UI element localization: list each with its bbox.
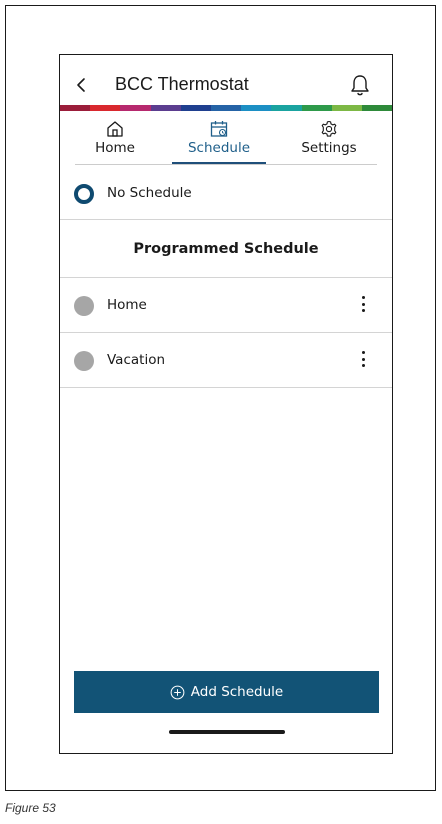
- brand-strip-segment: [271, 105, 302, 111]
- figure-caption: Figure 53: [5, 801, 56, 815]
- brand-strip-segment: [120, 105, 151, 111]
- schedule-vacation-label: Vacation: [107, 352, 166, 368]
- brand-strip-segment: [180, 105, 211, 111]
- brand-strip-segment: [361, 105, 392, 111]
- brand-strip-segment: [90, 105, 121, 111]
- brand-strip-segment: [241, 105, 272, 111]
- brand-strip-segment: [301, 105, 332, 111]
- tab-settings[interactable]: Settings: [292, 113, 366, 165]
- bell-icon[interactable]: [349, 73, 371, 97]
- home-indicator: [169, 730, 285, 734]
- programmed-schedule-heading: Programmed Schedule: [60, 220, 392, 278]
- schedule-home-radio[interactable]: [74, 296, 94, 316]
- no-schedule-label: No Schedule: [107, 185, 192, 201]
- schedule-row-vacation[interactable]: Vacation: [60, 333, 392, 388]
- calendar-icon: [210, 121, 228, 137]
- add-schedule-label: Add Schedule: [190, 684, 284, 700]
- schedule-vacation-radio[interactable]: [74, 351, 94, 371]
- tab-home-label: Home: [95, 140, 135, 156]
- brand-strip-segment: [331, 105, 362, 111]
- tab-settings-label: Settings: [301, 140, 357, 156]
- schedule-row-home[interactable]: Home: [60, 278, 392, 333]
- tab-divider: [75, 164, 377, 165]
- no-schedule-option[interactable]: No Schedule: [60, 167, 392, 220]
- app-title: BCC Thermostat: [115, 74, 249, 94]
- tab-home[interactable]: Home: [75, 113, 155, 165]
- chevron-left-icon[interactable]: [72, 75, 92, 95]
- no-schedule-radio[interactable]: [74, 184, 94, 204]
- brand-strip-segment: [60, 105, 91, 111]
- tab-schedule-label: Schedule: [187, 140, 251, 156]
- brand-strip-segment: [210, 105, 242, 111]
- tab-schedule[interactable]: Schedule: [178, 113, 260, 165]
- home-icon: [107, 121, 123, 137]
- app-bar: BCC Thermostat: [60, 55, 392, 107]
- brand-strip-segment: [150, 105, 181, 111]
- plus-circle-icon: [170, 685, 185, 699]
- gear-icon: [321, 120, 337, 137]
- brand-color-strip: [60, 105, 392, 111]
- phone-screen: BCC Thermostat Home Schedule Settings No…: [59, 54, 393, 754]
- add-schedule-button[interactable]: Add Schedule: [74, 671, 379, 713]
- tab-bar: Home Schedule Settings: [60, 113, 392, 165]
- figure-frame: BCC Thermostat Home Schedule Settings No…: [5, 5, 436, 791]
- schedule-home-label: Home: [107, 297, 147, 313]
- more-vertical-icon[interactable]: [360, 296, 366, 316]
- more-vertical-icon[interactable]: [360, 351, 366, 371]
- active-tab-indicator: [172, 162, 266, 164]
